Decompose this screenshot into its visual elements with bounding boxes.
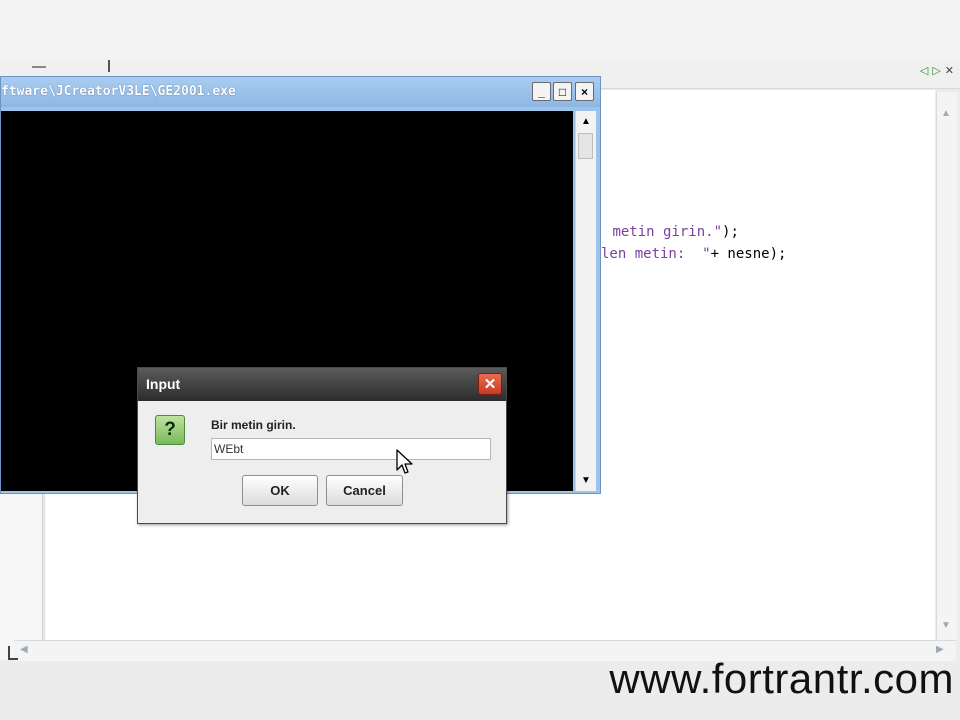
console-title-bar[interactable]: ftware\JCreatorV3LE\GE2001.exe _ □ ×	[1, 77, 600, 107]
dialog-title-bar[interactable]: Input ✕	[138, 368, 506, 401]
minimize-icon: _	[538, 84, 545, 99]
next-tab-icon[interactable]: ▷	[932, 64, 940, 77]
editor-corner-mark	[8, 646, 18, 660]
scroll-thumb[interactable]	[578, 133, 593, 159]
input-dialog: Input ✕ ? Bir metin girin. OK Cancel	[137, 367, 507, 524]
maximize-icon: □	[558, 84, 567, 99]
close-icon: ×	[580, 84, 588, 99]
text-input[interactable]	[211, 438, 491, 460]
console-scrollbar[interactable]: ▲ ▼	[575, 111, 596, 491]
console-close-button[interactable]: ×	[575, 82, 594, 101]
scroll-up-icon[interactable]: ▲	[941, 108, 951, 119]
scroll-left-icon[interactable]: ◀	[20, 644, 28, 655]
minimize-button[interactable]: _	[532, 82, 551, 101]
dialog-title: Input	[146, 376, 181, 392]
close-tab-icon[interactable]: ✕	[945, 64, 954, 77]
code-line-2: len metin: "+ nesne);	[601, 246, 786, 262]
watermark: www.fortrantr.com	[609, 655, 954, 702]
prompt-label: Bir metin girin.	[211, 418, 296, 432]
cancel-button[interactable]: Cancel	[326, 475, 403, 506]
tab-marker	[32, 66, 46, 68]
question-icon: ?	[155, 415, 185, 445]
close-icon: ✕	[483, 376, 497, 393]
cursor-icon	[396, 449, 413, 474]
ok-button[interactable]: OK	[242, 475, 318, 506]
tab-divider	[108, 60, 110, 72]
code-string: metin girin."	[612, 224, 723, 240]
code-text: + nesne);	[710, 246, 787, 262]
editor-vertical-scrollbar[interactable]: ▲ ▼	[936, 92, 957, 640]
scroll-down-icon[interactable]: ▼	[941, 620, 951, 631]
scroll-up-icon[interactable]: ▲	[581, 116, 591, 127]
scroll-right-icon[interactable]: ▶	[936, 644, 944, 655]
question-glyph: ?	[164, 419, 176, 440]
console-title: ftware\JCreatorV3LE\GE2001.exe	[1, 84, 236, 99]
ide-toolbar-area	[0, 0, 960, 62]
scroll-down-icon[interactable]: ▼	[581, 475, 591, 486]
code-string: len metin: "	[601, 246, 711, 262]
prev-tab-icon[interactable]: ◁	[920, 64, 928, 77]
maximize-button[interactable]: □	[553, 82, 572, 101]
tab-navigation: ◁ ▷ ✕	[920, 64, 954, 77]
code-text: );	[722, 224, 739, 240]
code-line-1: metin girin.");	[604, 224, 739, 240]
dialog-close-button[interactable]: ✕	[478, 373, 502, 395]
